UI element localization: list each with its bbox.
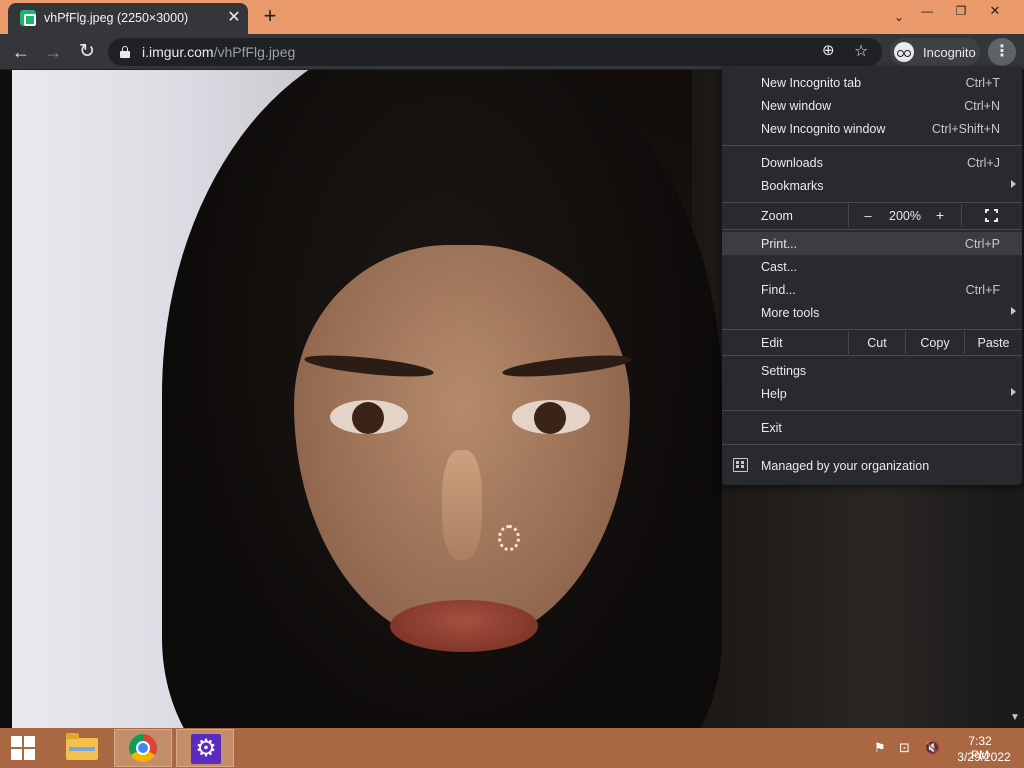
- menu-item-label: Print...: [761, 237, 798, 251]
- building-icon: [733, 458, 748, 472]
- photo-nose: [442, 450, 482, 560]
- menu-item-label: Settings: [761, 364, 807, 378]
- minimize-button[interactable]: —: [910, 0, 944, 24]
- menu-item-label: More tools: [761, 306, 820, 320]
- menu-separator: [722, 229, 1022, 230]
- menu-help[interactable]: Help: [722, 382, 1022, 405]
- volume-muted-icon[interactable]: 🔇: [924, 740, 940, 756]
- new-tab-button[interactable]: +: [258, 4, 282, 28]
- url-path: /vhPfFlg.jpeg: [213, 44, 296, 60]
- tab-close-icon[interactable]: ✕: [226, 8, 242, 28]
- incognito-icon: [894, 42, 914, 62]
- bookmark-star-icon[interactable]: ☆: [854, 41, 868, 61]
- zoom-icon[interactable]: ⊕: [822, 41, 835, 59]
- lock-icon[interactable]: [120, 46, 130, 58]
- menu-item-shortcut: Ctrl+Shift+N: [931, 122, 1000, 136]
- chrome-icon: [129, 734, 157, 762]
- menu-separator: [722, 329, 1022, 330]
- submenu-arrow-icon: [1011, 180, 1016, 188]
- action-center-flag-icon[interactable]: ⚑: [874, 740, 886, 756]
- photo-eye-right: [512, 400, 590, 434]
- menu-item-label: Find...: [761, 283, 796, 297]
- menu-item-label: Help: [761, 387, 787, 401]
- menu-item-shortcut: Ctrl+N: [964, 99, 1000, 113]
- menu-settings[interactable]: Settings: [722, 359, 1022, 382]
- menu-managed-by-org[interactable]: Managed by your organization: [722, 454, 1022, 477]
- windows-taskbar: ⚙ ⚑ ⊡ 🔇 7:32 PM 3/29/2022: [0, 728, 1024, 768]
- clock-date[interactable]: 3/29/2022: [955, 750, 1013, 764]
- menu-item-shortcut: Ctrl+J: [967, 156, 1000, 170]
- imgur-favicon-icon: [20, 10, 36, 26]
- menu-item-label: Downloads: [761, 156, 823, 170]
- menu-edit-row: Edit Cut Copy Paste: [722, 331, 1022, 354]
- edit-copy-button[interactable]: Copy: [906, 336, 964, 350]
- edit-cut-button[interactable]: Cut: [849, 336, 905, 350]
- photo-eye-left: [330, 400, 408, 434]
- menu-new-incognito-window[interactable]: New Incognito window Ctrl+Shift+N: [722, 117, 1022, 140]
- menu-exit[interactable]: Exit: [722, 416, 1022, 439]
- folder-icon: [66, 733, 98, 760]
- menu-item-label: Bookmarks: [761, 179, 824, 193]
- menu-item-label: Cast...: [761, 260, 798, 274]
- chrome-taskbar-button[interactable]: [114, 729, 172, 767]
- file-explorer-taskbar-button[interactable]: [58, 730, 108, 766]
- chrome-menu-button[interactable]: ⋮: [988, 38, 1016, 66]
- incognito-label: Incognito: [923, 45, 976, 60]
- menu-divider: [961, 204, 962, 227]
- gear-icon: ⚙: [191, 734, 221, 764]
- menu-separator: [722, 355, 1022, 356]
- maximize-button[interactable]: ❐: [944, 0, 978, 24]
- menu-cast[interactable]: Cast...: [722, 255, 1022, 278]
- menu-separator: [722, 145, 1022, 146]
- address-bar[interactable]: i.imgur.com/vhPfFlg.jpeg ⊕ ☆: [108, 38, 882, 66]
- scroll-down-arrow-icon[interactable]: ▼: [1010, 712, 1020, 723]
- fullscreen-icon[interactable]: [985, 209, 998, 222]
- submenu-arrow-icon: [1011, 307, 1016, 315]
- menu-downloads[interactable]: Downloads Ctrl+J: [722, 151, 1022, 174]
- menu-separator: [722, 202, 1022, 203]
- menu-print[interactable]: Print... Ctrl+P: [722, 232, 1022, 255]
- zoom-out-button[interactable]: –: [858, 208, 878, 223]
- photo-nose-ring: [498, 525, 520, 551]
- menu-divider: [848, 204, 849, 227]
- network-icon[interactable]: ⊡: [899, 740, 910, 756]
- browser-toolbar: ← → ↻ i.imgur.com/vhPfFlg.jpeg ⊕ ☆ Incog…: [0, 34, 1024, 70]
- menu-separator: [722, 444, 1022, 445]
- start-button[interactable]: [0, 728, 48, 768]
- reload-button[interactable]: ↻: [74, 39, 100, 65]
- menu-item-shortcut: Ctrl+T: [965, 76, 1000, 90]
- menu-item-label: New Incognito window: [761, 122, 886, 136]
- incognito-profile-button[interactable]: Incognito: [890, 38, 980, 66]
- settings-taskbar-button[interactable]: ⚙: [176, 729, 234, 767]
- menu-item-label: Exit: [761, 421, 782, 435]
- edit-paste-button[interactable]: Paste: [965, 336, 1022, 350]
- menu-item-shortcut: Ctrl+P: [964, 237, 1000, 251]
- menu-item-shortcut: Ctrl+F: [965, 283, 1000, 297]
- menu-new-incognito-tab[interactable]: New Incognito tab Ctrl+T: [722, 71, 1022, 94]
- back-button[interactable]: ←: [8, 39, 34, 65]
- menu-find[interactable]: Find... Ctrl+F: [722, 278, 1022, 301]
- window-close-button[interactable]: ✕: [978, 0, 1012, 24]
- menu-item-label: New window: [761, 99, 832, 113]
- menu-item-label: Managed by your organization: [761, 459, 930, 473]
- forward-button[interactable]: →: [40, 39, 66, 65]
- menu-separator: [722, 410, 1022, 411]
- tab-title: vhPfFlg.jpeg (2250×3000): [44, 11, 189, 25]
- menu-item-label: Edit: [761, 336, 783, 350]
- menu-item-label: New Incognito tab: [761, 76, 862, 90]
- menu-item-label: Zoom: [761, 209, 793, 223]
- url-domain: i.imgur.com: [142, 44, 214, 60]
- menu-bookmarks[interactable]: Bookmarks: [722, 174, 1022, 197]
- zoom-in-button[interactable]: +: [930, 207, 950, 223]
- photo-lips: [390, 600, 538, 652]
- title-bar: vhPfFlg.jpeg (2250×3000) ✕ + ⌄ — ❐ ✕: [0, 0, 1024, 34]
- active-tab[interactable]: vhPfFlg.jpeg (2250×3000) ✕: [8, 3, 248, 34]
- menu-zoom-row: Zoom – 200% +: [722, 204, 1022, 228]
- zoom-level-value: 200%: [889, 209, 921, 223]
- menu-more-tools[interactable]: More tools: [722, 301, 1022, 324]
- url-text[interactable]: i.imgur.com/vhPfFlg.jpeg: [142, 44, 295, 60]
- submenu-arrow-icon: [1011, 388, 1016, 396]
- menu-new-window[interactable]: New window Ctrl+N: [722, 94, 1022, 117]
- chrome-menu: New Incognito tab Ctrl+T New window Ctrl…: [722, 67, 1022, 485]
